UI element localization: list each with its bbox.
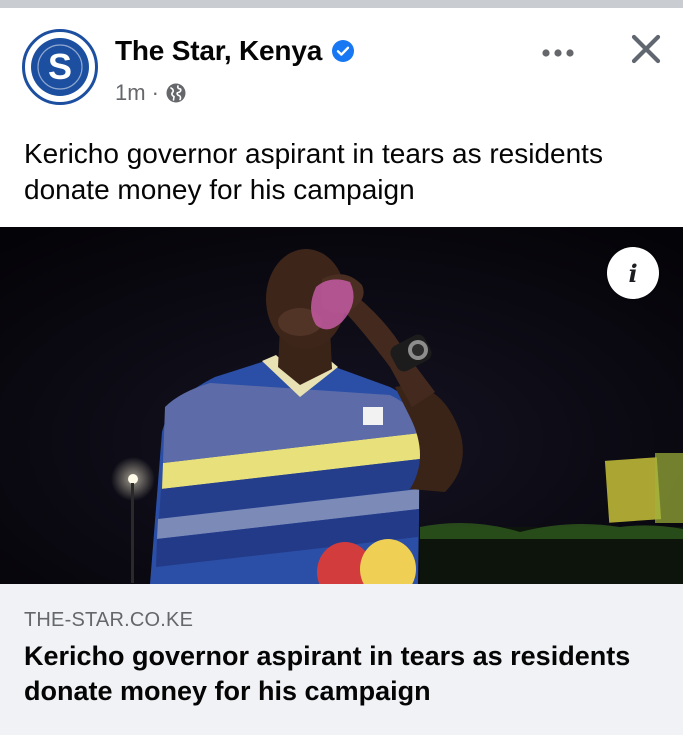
verified-badge-icon: [332, 40, 355, 62]
page-avatar[interactable]: S: [22, 29, 98, 105]
post-header: S The Star, Kenya 1m ·: [0, 8, 683, 118]
close-button[interactable]: [623, 26, 669, 72]
link-preview[interactable]: THE-STAR.CO.KE Kericho governor aspirant…: [0, 584, 683, 735]
post-photo[interactable]: i: [0, 227, 683, 584]
info-icon: i: [628, 258, 638, 288]
post-timestamp[interactable]: 1m: [115, 80, 146, 106]
meta-separator: ·: [151, 80, 159, 105]
more-options-icon: [542, 49, 574, 57]
link-domain: THE-STAR.CO.KE: [24, 609, 194, 631]
page-name-row: The Star, Kenya: [115, 33, 355, 69]
photo-illustration: [0, 227, 683, 584]
post-caption: Kericho governor aspirant in tears as re…: [24, 138, 603, 205]
link-title: Kericho governor aspirant in tears as re…: [24, 641, 631, 706]
close-icon: [631, 34, 661, 64]
page-name[interactable]: The Star, Kenya: [115, 35, 322, 67]
post-meta: 1m ·: [115, 78, 187, 108]
avatar-letter: S: [48, 46, 72, 87]
globe-icon[interactable]: [165, 82, 187, 104]
top-divider: [0, 0, 683, 8]
page-logo: S: [31, 38, 89, 96]
star-logo-icon: S: [33, 40, 87, 94]
more-options-button[interactable]: [538, 38, 578, 68]
feed-post: S The Star, Kenya 1m · Kericho governor …: [0, 8, 683, 735]
ad-info-button[interactable]: i: [607, 247, 659, 299]
